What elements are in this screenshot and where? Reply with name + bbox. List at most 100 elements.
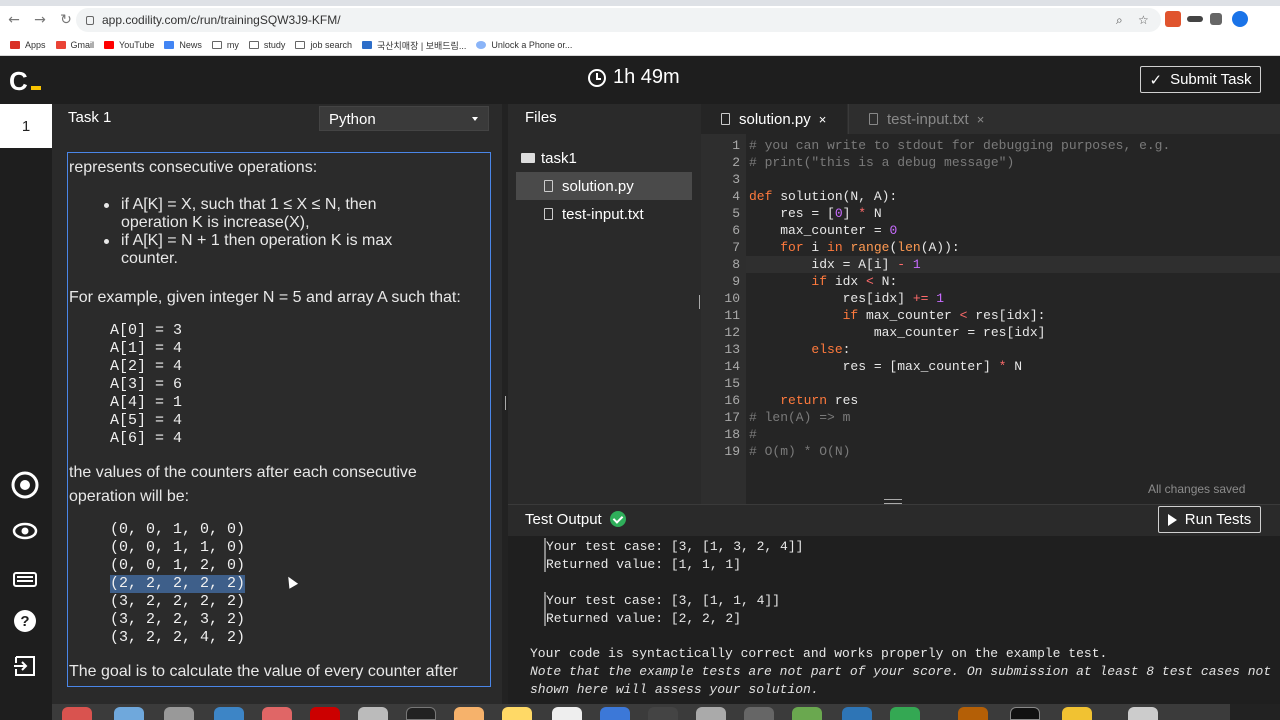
- bookmark-gmail[interactable]: Gmail: [55, 40, 94, 50]
- bookmark-job-search[interactable]: job search: [295, 40, 352, 50]
- dock-app-icon[interactable]: [406, 707, 436, 720]
- dock-app-icon[interactable]: [842, 707, 872, 720]
- code-line: 1 # you can write to stdout for debugging…: [732, 138, 1171, 153]
- search-icon[interactable]: ⌕: [1116, 13, 1123, 28]
- back-icon[interactable]: ←: [2, 8, 26, 32]
- lock-icon: [86, 15, 94, 25]
- test-case-result: Returned value: [2, 2, 2]: [546, 611, 742, 626]
- profile-avatar[interactable]: [1232, 11, 1248, 27]
- eye-icon[interactable]: [10, 516, 40, 546]
- bookmark-apps[interactable]: Apps: [10, 40, 46, 50]
- dock-app-icon[interactable]: [62, 707, 92, 720]
- test-case-result: Returned value: [1, 1, 1]: [546, 557, 742, 572]
- codility-logo: C: [9, 66, 43, 96]
- dock-app-icon[interactable]: [890, 707, 920, 720]
- bookmarks-bar: Apps Gmail YouTube News my study job sea…: [0, 35, 572, 55]
- code-line: 7 for i in range(len(A)):: [732, 240, 960, 255]
- code-line: 4 def solution(N, A):: [732, 189, 898, 204]
- extension-glasses-icon[interactable]: [1187, 16, 1203, 22]
- dock-app-icon[interactable]: [358, 707, 388, 720]
- code-line: A[2] = 4: [110, 358, 183, 375]
- extension-icon[interactable]: [1165, 11, 1181, 27]
- bookmark-star-icon[interactable]: ☆: [1138, 13, 1149, 27]
- code-line: 5 res = [0] * N: [732, 206, 882, 221]
- dock-app-icon[interactable]: [1010, 707, 1040, 720]
- dock-app-icon[interactable]: [164, 707, 194, 720]
- dock-app-icon[interactable]: [792, 707, 822, 720]
- operations-list: if A[K] = X, such that 1 ≤ X ≤ N, then op…: [99, 196, 392, 268]
- code-line: 18 #: [724, 427, 757, 442]
- submit-task-button[interactable]: ✓ Submit Task: [1140, 66, 1261, 93]
- dock-app-icon[interactable]: [600, 707, 630, 720]
- folder-icon: [295, 41, 306, 49]
- timer: 1h 49m: [588, 66, 680, 89]
- description-text: operation will be:: [69, 488, 190, 505]
- task-number-tab[interactable]: 1: [0, 104, 52, 148]
- timer-value: 1h 49m: [613, 66, 680, 88]
- site-icon: [361, 41, 372, 49]
- code-line: 13 else:: [724, 342, 851, 357]
- dock-app-icon[interactable]: [648, 707, 678, 720]
- code-line: (0, 0, 1, 1, 0): [110, 539, 246, 556]
- dock-app-icon[interactable]: [502, 707, 532, 720]
- bookmark-youtube[interactable]: YouTube: [104, 40, 154, 50]
- dock-app-icon[interactable]: [214, 707, 244, 720]
- dock-app-icon[interactable]: [310, 707, 340, 720]
- dock-app-icon[interactable]: [696, 707, 726, 720]
- reload-icon[interactable]: ↻: [54, 8, 78, 32]
- code-line: 14 res = [max_counter] * N: [724, 359, 1023, 374]
- url-bar[interactable]: app.codility.com/c/run/trainingSQW3J9-KF…: [76, 8, 1161, 32]
- folder-icon: [211, 41, 222, 49]
- description-text: For example, given integer N = 5 and arr…: [69, 289, 461, 306]
- language-select[interactable]: Python: [319, 106, 489, 131]
- file-test-input[interactable]: test-input.txt: [516, 200, 692, 228]
- tab-solution-py[interactable]: solution.py ×: [701, 104, 847, 134]
- gmail-icon: [55, 41, 66, 49]
- code-line: 10 res[idx] += 1: [724, 291, 945, 306]
- dock-app-icon[interactable]: [114, 707, 144, 720]
- bookmark-news[interactable]: News: [164, 40, 202, 50]
- file-solution-py[interactable]: solution.py: [516, 172, 692, 200]
- dock-app-icon[interactable]: [552, 707, 582, 720]
- file-icon: [544, 208, 553, 220]
- bookmark-study[interactable]: study: [248, 40, 285, 50]
- tab-test-input[interactable]: test-input.txt ×: [848, 104, 1007, 134]
- success-check-icon: [609, 511, 626, 527]
- youtube-icon: [104, 41, 115, 49]
- code-line: 11 if max_counter < res[idx]:: [724, 308, 1046, 323]
- folder-icon: [521, 153, 535, 163]
- close-icon[interactable]: ×: [819, 112, 827, 127]
- code-line: A[5] = 4: [110, 412, 183, 429]
- apps-icon: [10, 41, 20, 49]
- code-line: A[3] = 6: [110, 376, 183, 393]
- output-note: Note that the example tests are not part…: [530, 664, 1272, 679]
- chevron-down-icon: [472, 117, 478, 121]
- highlighted-code-line: (2, 2, 2, 2, 2): [110, 575, 246, 593]
- play-icon: [1167, 513, 1177, 526]
- close-icon[interactable]: ×: [977, 112, 985, 127]
- folder-task1[interactable]: task1: [516, 144, 692, 172]
- code-line: 15: [724, 376, 740, 391]
- keyboard-icon[interactable]: [10, 563, 40, 593]
- code-line: (3, 2, 2, 4, 2): [110, 629, 246, 646]
- bookmark-my[interactable]: my: [211, 40, 239, 50]
- dock-app-icon[interactable]: [744, 707, 774, 720]
- puzzle-icon[interactable]: [1210, 13, 1222, 25]
- run-tests-button[interactable]: Run Tests: [1158, 506, 1261, 533]
- exit-icon[interactable]: [10, 651, 40, 681]
- bookmark-korean-site[interactable]: 국산치매장 | 보배드림...: [361, 39, 466, 52]
- forward-icon[interactable]: →: [28, 8, 52, 32]
- dock-app-icon[interactable]: [454, 707, 484, 720]
- bookmark-unlock-phone[interactable]: Unlock a Phone or...: [476, 40, 572, 50]
- dock-app-icon[interactable]: [958, 707, 988, 720]
- dock-app-icon[interactable]: [1128, 707, 1158, 720]
- dock-app-icon[interactable]: [262, 707, 292, 720]
- settings-icon[interactable]: [10, 470, 40, 500]
- code-line: 2 # print("this is a debug message"): [732, 155, 1015, 170]
- code-line: 12 max_counter = res[idx]: [724, 325, 1046, 340]
- task-description[interactable]: represents consecutive operations: if A[…: [67, 152, 491, 687]
- code-line: (0, 0, 1, 2, 0): [110, 557, 246, 574]
- help-icon[interactable]: ?: [10, 606, 40, 636]
- code-line: 6 max_counter = 0: [732, 223, 898, 238]
- dock-app-icon[interactable]: [1062, 707, 1092, 720]
